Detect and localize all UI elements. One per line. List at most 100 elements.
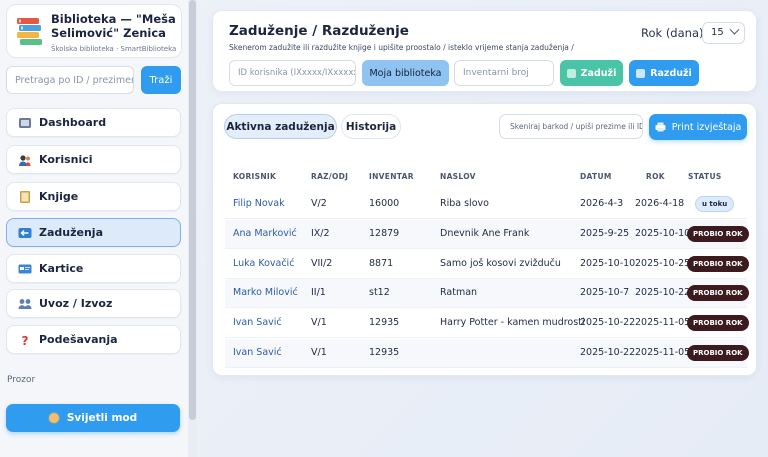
status-badge: u toku (695, 196, 735, 212)
loan-button-label: Zaduži (580, 67, 617, 79)
table-row[interactable]: Ivan Savić V/1 12935 Harry Potter - kamen m… (225, 309, 749, 339)
scan-search-input[interactable] (499, 114, 643, 139)
column-header-status: STATUS (688, 172, 722, 181)
cell-inventory: 16000 (369, 198, 400, 209)
my-library-button[interactable]: Moja biblioteka (362, 60, 449, 86)
cell-title: Harry Potter - kamen mudrosti (440, 317, 585, 329)
theme-toggle-label: Svijetli mod (66, 412, 138, 424)
cell-due: 2025-11-05 (635, 317, 691, 329)
sidebar-scrollbar-thumb[interactable] (189, 0, 196, 420)
loan-arrow-icon (18, 226, 32, 240)
cell-user[interactable]: Marko Milović (233, 287, 298, 298)
cell-user[interactable]: Filip Novak (233, 198, 285, 209)
sidebar-item-label: Zaduženja (39, 226, 103, 239)
sidebar-item-knjige[interactable]: Knjige (6, 182, 181, 211)
table-row[interactable]: Ana Marković IX/2 12879 Dnevnik Ane Frank 20… (225, 219, 749, 249)
cell-class: V/1 (311, 347, 327, 358)
sidebar-item-label: Knjige (39, 190, 79, 203)
column-header-datum: DATUM (580, 172, 612, 181)
column-header-raz-odj: RAZ/ODJ (311, 172, 349, 181)
page-subtitle: Skenerom zadužite ili razdužite knjige i… (229, 43, 574, 52)
cell-inventory: st12 (369, 287, 390, 299)
cell-class: V/2 (311, 198, 327, 209)
sidebar-item-zaduzenja[interactable]: Zaduženja (6, 218, 181, 247)
table-row[interactable]: Filip Novak V/2 16000 Riba slovo 2026-4-3 202… (225, 190, 747, 219)
sidebar-search-button[interactable]: Traži (141, 66, 181, 94)
cell-due: 2025-10-22 (635, 287, 691, 299)
brand-card: Biblioteka — "Meša Selimović" Zenica Ško… (6, 4, 182, 58)
user-id-input[interactable] (229, 60, 356, 86)
cell-class: IX/2 (311, 227, 330, 239)
chevron-down-icon (729, 24, 740, 35)
loan-icon (566, 68, 576, 78)
cell-user[interactable]: Ana Marković (233, 228, 297, 239)
rok-select[interactable]: 15 (702, 22, 745, 44)
inventory-number-input[interactable] (454, 60, 554, 86)
return-button[interactable]: Razduži (629, 60, 699, 86)
tab-historija[interactable]: Historija (341, 114, 401, 139)
print-report-button[interactable]: Print izvještaja (649, 114, 747, 140)
sidebar-item-korisnici[interactable]: Korisnici (6, 145, 181, 174)
dashboard-icon (18, 116, 32, 130)
cell-title: Ratman (440, 287, 478, 299)
cell-date: 2025-10-7 (580, 287, 630, 299)
table-row[interactable]: Ivan Savić V/1 12935 2025-10-22 2025-11-05 PR… (225, 339, 749, 368)
column-header-rok: ROK (646, 172, 665, 181)
column-header-korisnik: KORISNIK (233, 172, 277, 181)
cell-class: V/1 (311, 317, 327, 329)
cell-date: 2026-4-3 (580, 198, 624, 209)
import-export-icon (18, 297, 32, 311)
question-icon: ? (18, 333, 32, 348)
cell-date: 2025-10-10 (580, 257, 636, 269)
cell-inventory: 8871 (369, 257, 394, 269)
cell-due: 2025-10-25 (635, 257, 691, 269)
page-title: Zaduženje / Razduženje (229, 23, 409, 39)
status-badge: PROBIO ROK (687, 315, 749, 332)
section-label-prozor: Prozor (7, 375, 36, 385)
cell-user[interactable]: Ivan Savić (233, 317, 282, 328)
sidebar-item-kartice[interactable]: Kartice (6, 254, 181, 283)
column-header-naslov: NASLOV (440, 172, 476, 181)
users-icon (18, 153, 32, 167)
cell-user[interactable]: Luka Kovačić (233, 258, 294, 269)
cell-date: 2025-10-22 (580, 317, 636, 329)
return-button-label: Razduži (650, 67, 692, 79)
sidebar-item-uvoz-izvoz[interactable]: Uvoz / Izvoz (6, 289, 181, 318)
brand-title: Biblioteka — "Meša Selimović" Zenica (51, 12, 176, 40)
cell-class: VII/2 (311, 257, 333, 269)
cell-class: II/1 (311, 287, 326, 299)
sidebar-item-label: Uvoz / Izvoz (39, 297, 113, 310)
cell-inventory: 12935 (369, 347, 400, 358)
rok-label: Rok (dana): (641, 26, 708, 40)
cell-date: 2025-10-22 (580, 347, 636, 358)
cell-user[interactable]: Ivan Savić (233, 347, 282, 358)
library-books-icon (17, 18, 42, 45)
status-badge: PROBIO ROK (687, 255, 749, 272)
loans-table-panel: Aktivna zaduženja Historija Print izvješ… (212, 103, 757, 376)
return-icon (636, 68, 646, 78)
sidebar-search-input[interactable] (6, 66, 134, 94)
cell-date: 2025-9-25 (580, 227, 630, 239)
status-badge: PROBIO ROK (687, 225, 749, 242)
loan-button[interactable]: Zaduži (560, 60, 623, 86)
table-row[interactable]: Luka Kovačić VII/2 8871 Samo još kosovi zvi… (225, 250, 749, 279)
sun-icon (48, 413, 59, 423)
status-badge: PROBIO ROK (687, 285, 749, 302)
cell-due: 2025-10-10 (635, 227, 691, 239)
column-header-inventar: INVENTAR (369, 172, 414, 181)
sidebar-item-label: Kartice (39, 262, 84, 275)
cell-inventory: 12935 (369, 317, 400, 329)
sidebar-item-podesavanja[interactable]: ? Podešavanja (6, 325, 181, 354)
sidebar-item-label: Dashboard (39, 116, 107, 129)
cell-title: Samo još kosovi zvižduču (440, 257, 561, 269)
cell-inventory: 12879 (369, 227, 400, 239)
sidebar-item-dashboard[interactable]: Dashboard (6, 108, 181, 137)
printer-icon (655, 122, 666, 132)
rok-value: 15 (711, 27, 724, 38)
table-row[interactable]: Marko Milović II/1 st12 Ratman 2025-10-7 2025… (225, 279, 749, 309)
theme-toggle-button[interactable]: Svijetli mod (6, 404, 180, 432)
loan-form-panel: Zaduženje / Razduženje Skenerom zadužite… (212, 10, 757, 92)
cell-due: 2025-11-05 (635, 347, 691, 358)
tab-aktivna-zaduzenja[interactable]: Aktivna zaduženja (224, 114, 337, 139)
sidebar-item-label: Podešavanja (39, 333, 118, 346)
